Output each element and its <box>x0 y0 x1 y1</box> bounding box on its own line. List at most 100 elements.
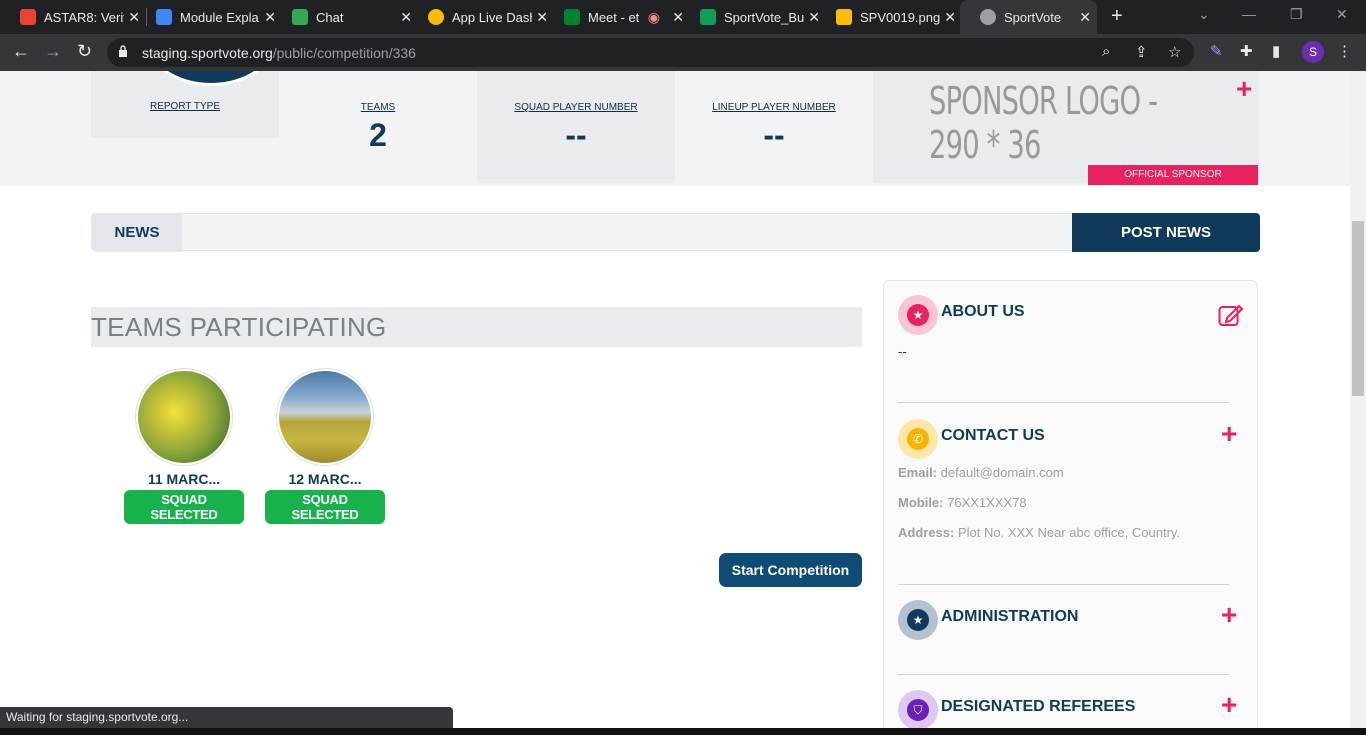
about-us-icon: ★ <box>898 295 938 335</box>
add-referee-plus-icon[interactable]: + <box>1221 689 1237 721</box>
team-name[interactable]: 12 MARC... <box>265 471 385 487</box>
tab-label: Meet - et <box>588 9 640 25</box>
tab-gmail[interactable]: ASTAR8: Verif ✕ <box>0 0 146 34</box>
tab-sheets[interactable]: SportVote_Bu ✕ <box>680 0 826 34</box>
address-bar[interactable]: staging.sportvote.org/public/competition… <box>107 38 1194 67</box>
docs-icon <box>156 9 172 25</box>
tab-label: Chat <box>316 9 344 25</box>
teams-label[interactable]: TEAMS <box>279 102 477 113</box>
address-label: Address: <box>898 525 955 540</box>
reload-icon[interactable]: ↻ <box>77 41 92 62</box>
divider <box>898 584 1229 585</box>
tab-app-live-dash[interactable]: App Live Dash ✕ <box>408 0 554 34</box>
minimize-button[interactable]: — <box>1242 6 1256 22</box>
designated-referees-title: DESIGNATED REFEREES <box>941 698 1136 715</box>
new-tab-button[interactable]: + <box>1111 5 1123 28</box>
divider <box>898 674 1229 675</box>
back-icon[interactable]: ← <box>12 41 30 62</box>
tab-meet[interactable]: Meet - et ◉ ✕ <box>544 0 690 34</box>
squad-player-stat: SQUAD PLAYER NUMBER -- <box>477 71 675 183</box>
tab-search-icon[interactable]: ⌄ <box>1198 6 1210 23</box>
browser-toolbar: ← → ↻ staging.sportvote.org/public/compe… <box>0 34 1366 71</box>
meet-icon <box>564 9 580 25</box>
close-icon[interactable]: ✕ <box>944 9 956 26</box>
email-label: Email: <box>898 465 938 480</box>
referees-icon: ⛉ <box>898 690 938 730</box>
post-news-button[interactable]: POST NEWS <box>1072 213 1260 252</box>
gmail-icon <box>20 9 36 25</box>
url-text: staging.sportvote.org/public/competition… <box>142 45 416 61</box>
squad-selected-badge: SQUAD SELECTED <box>265 490 385 524</box>
page-scrollbar[interactable] <box>1350 71 1366 735</box>
team-avatar[interactable] <box>136 369 232 465</box>
teams-participating-heading: TEAMS PARTICIPATING <box>91 307 862 347</box>
report-type-card: REPORT TYPE <box>91 71 279 138</box>
administration-icon: ★ <box>898 600 938 640</box>
recording-icon: ◉ <box>647 8 660 25</box>
close-icon[interactable]: ✕ <box>1079 9 1091 26</box>
browser-status-bar: Waiting for staging.sportvote.org... <box>0 707 453 728</box>
contact-us-icon: ✆ <box>898 419 938 459</box>
team-avatar[interactable] <box>277 369 373 465</box>
profile-avatar[interactable]: S <box>1302 41 1324 63</box>
window-close-button[interactable]: ✕ <box>1336 6 1348 23</box>
about-us-text: -- <box>898 344 907 359</box>
bookmark-star-icon[interactable]: ☆ <box>1168 43 1181 61</box>
restore-button[interactable]: ❐ <box>1290 6 1303 23</box>
forward-icon[interactable]: → <box>44 41 62 62</box>
news-bar: NEWS POST NEWS <box>91 213 1260 252</box>
lineup-player-stat: LINEUP PLAYER NUMBER -- <box>675 71 873 183</box>
extensions-puzzle-icon[interactable]: ✚ <box>1240 42 1253 60</box>
squad-player-label[interactable]: SQUAD PLAYER NUMBER <box>477 102 675 113</box>
tab-sportvote[interactable]: SportVote ✕ <box>960 0 1097 34</box>
competition-sidebar: ★ ABOUT US -- ✆ CONTACT US + Email: defa… <box>883 280 1258 735</box>
tab-label: Module Expla <box>180 9 259 25</box>
add-administration-plus-icon[interactable]: + <box>1221 599 1237 631</box>
edit-icon[interactable] <box>1218 303 1244 327</box>
address-value: Plot No. XXX Near abc office, Country. <box>957 525 1181 540</box>
contact-address: Address: Plot No. XXX Near abc office, C… <box>898 525 1180 540</box>
browser-tab-strip: ASTAR8: Verif ✕ Module Expla ✕ Chat ✕ Ap… <box>0 0 1366 34</box>
lock-icon <box>119 45 127 57</box>
tab-module-explained[interactable]: Module Expla ✕ <box>136 0 282 34</box>
tab-chat[interactable]: Chat ✕ <box>272 0 418 34</box>
page-content: REPORT TYPE TEAMS 2 SQUAD PLAYER NUMBER … <box>0 71 1350 735</box>
share-icon[interactable]: ⇪ <box>1135 43 1148 61</box>
menu-kebab-icon[interactable]: ⋮ <box>1337 42 1352 60</box>
report-type-label[interactable]: REPORT TYPE <box>91 101 279 112</box>
lineup-player-value: -- <box>763 117 785 153</box>
scrollbar-thumb[interactable] <box>1352 221 1364 396</box>
url-path: /public/competition/336 <box>272 45 416 61</box>
news-tab[interactable]: NEWS <box>92 214 182 252</box>
tab-label: SPV0019.png <box>860 9 940 25</box>
mobile-label: Mobile: <box>898 495 944 510</box>
side-panel-icon[interactable]: ▮ <box>1272 42 1280 60</box>
official-sponsor-badge: OFFICIAL SPONSOR <box>1088 165 1258 185</box>
mobile-value: 76XX1XXX78 <box>947 495 1027 510</box>
globe-icon <box>980 9 996 25</box>
tab-drive[interactable]: SPV0019.png ✕ <box>816 0 962 34</box>
tab-label: ASTAR8: Verif <box>44 9 124 25</box>
add-sponsor-plus-icon[interactable]: + <box>1236 73 1252 105</box>
teams-value: 2 <box>369 117 387 153</box>
sheets-icon <box>700 9 716 25</box>
start-competition-button[interactable]: Start Competition <box>719 553 862 587</box>
add-contact-plus-icon[interactable]: + <box>1221 418 1237 450</box>
lineup-player-label[interactable]: LINEUP PLAYER NUMBER <box>675 102 873 113</box>
zoom-icon[interactable]: ⌕ <box>1102 43 1110 60</box>
team-card[interactable]: 12 MARC... SQUAD SELECTED <box>265 369 385 524</box>
team-card[interactable]: 11 MARC... SQUAD SELECTED <box>124 369 244 524</box>
drive-icon <box>836 9 852 25</box>
teams-stat: TEAMS 2 <box>279 71 477 183</box>
extension-pen-icon[interactable]: ✎ <box>1210 42 1223 60</box>
os-taskbar <box>0 728 1366 735</box>
squad-selected-badge: SQUAD SELECTED <box>124 490 244 524</box>
tab-label: SportVote_Bu <box>724 9 804 25</box>
sponsor-logo[interactable]: SPONSOR LOGO - 290 * 36 <box>929 79 1201 167</box>
chrome-icon <box>428 9 444 25</box>
tab-label: App Live Dash <box>452 9 532 25</box>
administration-title: ADMINISTRATION <box>941 608 1079 625</box>
squad-player-value: -- <box>565 117 587 153</box>
contact-mobile: Mobile: 76XX1XXX78 <box>898 495 1027 510</box>
team-name[interactable]: 11 MARC... <box>124 471 244 487</box>
